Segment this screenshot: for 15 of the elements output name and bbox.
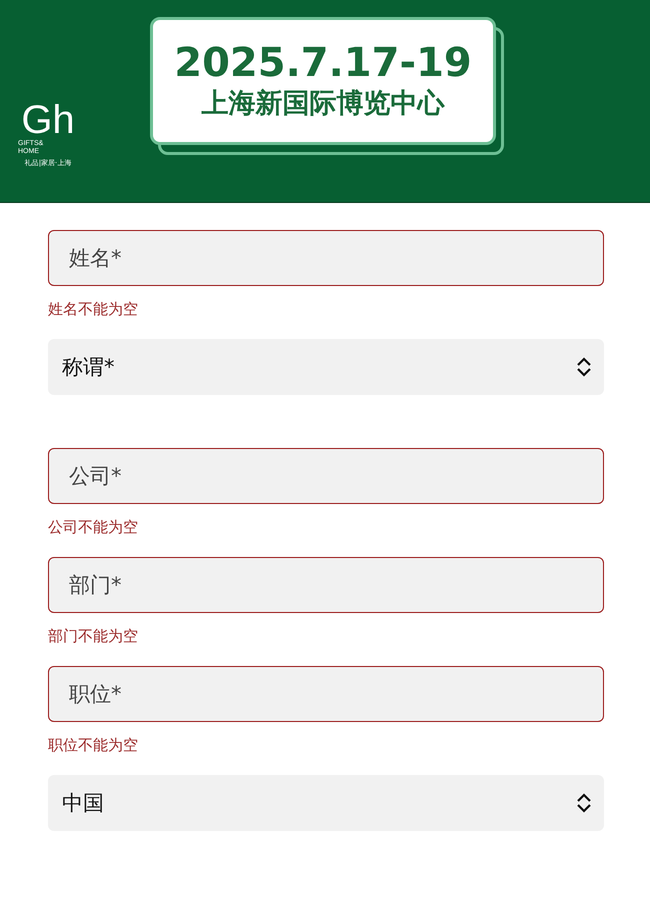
text-field[interactable]: 部门* (48, 557, 604, 613)
logo-mark: Gh (21, 100, 75, 140)
error-message: 姓名不能为空 (48, 299, 139, 319)
error-message: 公司不能为空 (48, 517, 139, 537)
text-field[interactable]: 姓名* (48, 230, 604, 286)
event-date: 2025.7.17-19 (174, 43, 472, 84)
text-field[interactable]: 公司* (48, 448, 604, 504)
event-venue: 上海新国际博览中心 (202, 89, 444, 119)
chevron-icon (576, 793, 592, 813)
error-message: 部门不能为空 (48, 626, 139, 646)
text-field[interactable]: 职位* (48, 666, 604, 722)
select-field[interactable]: 中国 (48, 775, 604, 831)
error-message: 职位不能为空 (48, 735, 139, 755)
select-field[interactable]: 称谓* (48, 339, 604, 395)
chevron-icon (576, 357, 592, 377)
